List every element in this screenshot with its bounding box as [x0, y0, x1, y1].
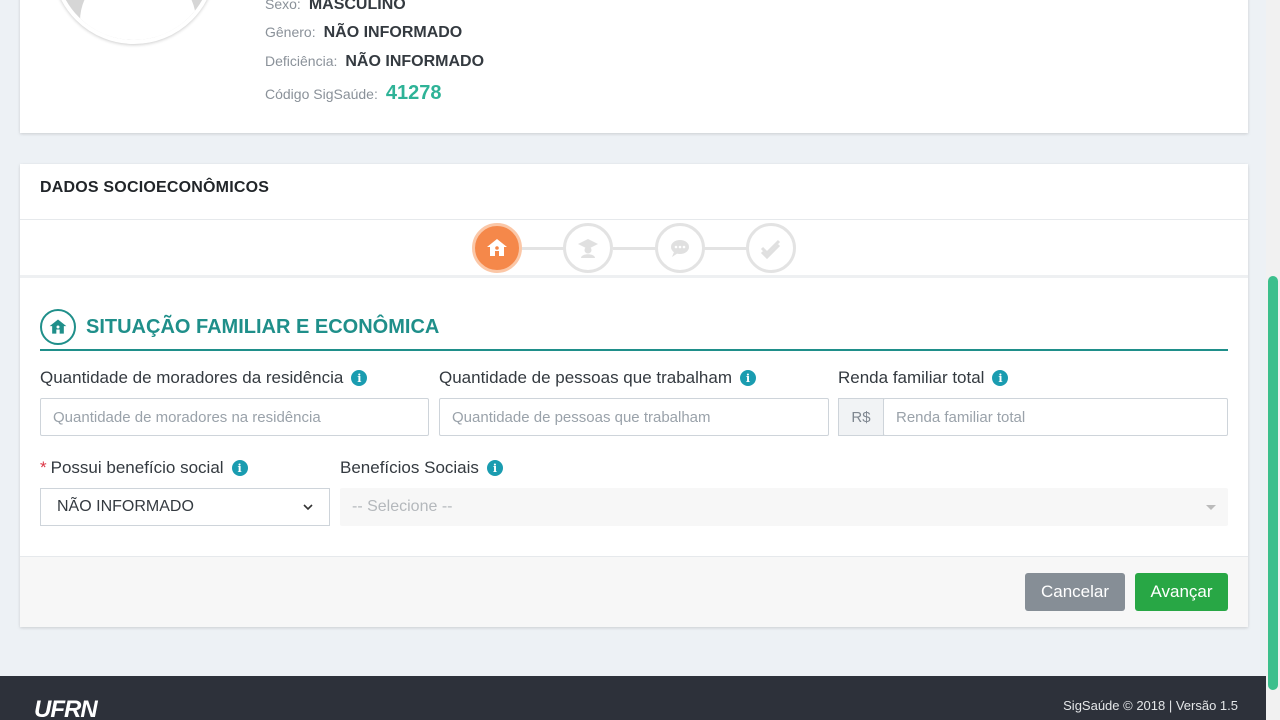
- section-header: SITUAÇÃO FAMILIAR E ECONÔMICA: [40, 305, 1228, 351]
- avatar-silhouette: [80, 0, 196, 40]
- info-icon[interactable]: i: [992, 370, 1009, 386]
- sexo-row: Sexo: MASCULINO: [265, 0, 406, 14]
- beneficios-placeholder: -- Selecione --: [352, 498, 453, 515]
- genero-row: Gênero: NÃO INFORMADO: [265, 24, 462, 42]
- info-icon[interactable]: i: [351, 370, 368, 386]
- scrollbar-thumb[interactable]: [1268, 276, 1278, 690]
- step-education[interactable]: [563, 223, 613, 273]
- info-icon[interactable]: i: [231, 460, 248, 476]
- page-footer: UFRN SigSaúde © 2018 | Versão 1.5: [0, 676, 1266, 720]
- codigo-label: Código SigSaúde:: [265, 86, 378, 102]
- step-connector: [521, 247, 567, 250]
- deficiencia-label: Deficiência:: [265, 53, 338, 69]
- page-scrollbar[interactable]: [1266, 0, 1280, 720]
- check-icon: [760, 239, 781, 260]
- moradores-label-row: Quantidade de moradores da residência i: [40, 368, 368, 388]
- beneficio-label: Possui benefício social: [50, 458, 224, 477]
- cancel-button[interactable]: Cancelar: [1025, 573, 1125, 611]
- card-footer: Cancelar Avançar: [20, 556, 1248, 627]
- step-finish[interactable]: [746, 223, 796, 273]
- section-title: SITUAÇÃO FAMILIAR E ECONÔMICA: [86, 315, 440, 338]
- step-connector: [613, 247, 659, 250]
- sexo-value: MASCULINO: [308, 0, 406, 13]
- genero-value: NÃO INFORMADO: [323, 24, 463, 41]
- profile-card: Sexo: MASCULINO Gênero: NÃO INFORMADO De…: [20, 0, 1248, 133]
- step-chat[interactable]: [655, 223, 705, 273]
- caret-down-icon: [1206, 504, 1216, 510]
- moradores-label: Quantidade de moradores da residência: [40, 368, 344, 387]
- socioeconomic-card: DADOS SOCIOECONÔMICOS SITUAÇÃO FAMILIAR …: [20, 164, 1248, 627]
- graduation-icon: [578, 239, 598, 258]
- currency-addon: R$: [838, 398, 884, 436]
- codigo-row: Código SigSaúde: 41278: [265, 82, 442, 105]
- step-connector: [704, 247, 750, 250]
- info-icon[interactable]: i: [739, 370, 756, 386]
- trabalham-label: Quantidade de pessoas que trabalham: [439, 368, 732, 387]
- codigo-value: 41278: [385, 82, 442, 104]
- next-button[interactable]: Avançar: [1135, 573, 1228, 611]
- trabalham-input[interactable]: Quantidade de pessoas que trabalham: [439, 398, 829, 436]
- beneficios-label-row: Benefícios Sociais i: [340, 458, 503, 478]
- ufrn-logo: UFRN: [34, 696, 98, 720]
- card-title: DADOS SOCIOECONÔMICOS: [20, 164, 1248, 220]
- moradores-input[interactable]: Quantidade de moradores na residência: [40, 398, 429, 436]
- beneficios-label: Benefícios Sociais: [340, 458, 479, 477]
- beneficios-multiselect[interactable]: -- Selecione --: [340, 488, 1228, 526]
- deficiencia-row: Deficiência: NÃO INFORMADO: [265, 53, 484, 71]
- beneficio-selected-value: NÃO INFORMADO: [57, 498, 194, 515]
- chat-icon: [671, 240, 689, 257]
- sexo-label: Sexo:: [265, 0, 301, 12]
- renda-label: Renda familiar total: [838, 368, 985, 387]
- home-icon: [487, 239, 507, 256]
- renda-input[interactable]: Renda familiar total: [883, 398, 1228, 436]
- trabalham-label-row: Quantidade de pessoas que trabalham i: [439, 368, 756, 388]
- copyright-text: SigSaúde © 2018 | Versão 1.5: [1063, 698, 1238, 713]
- home-icon: [40, 309, 76, 345]
- avatar: [52, 0, 216, 44]
- renda-label-row: Renda familiar total i: [838, 368, 1009, 388]
- wizard-stepper: [20, 220, 1248, 278]
- beneficio-label-row: * Possui benefício social i: [40, 458, 248, 478]
- required-marker: *: [40, 458, 47, 477]
- beneficio-select[interactable]: NÃO INFORMADO: [40, 488, 330, 526]
- genero-label: Gênero:: [265, 24, 316, 40]
- info-icon[interactable]: i: [486, 460, 503, 476]
- deficiencia-value: NÃO INFORMADO: [345, 53, 485, 70]
- step-home[interactable]: [472, 223, 522, 273]
- chevron-down-icon: [303, 504, 313, 511]
